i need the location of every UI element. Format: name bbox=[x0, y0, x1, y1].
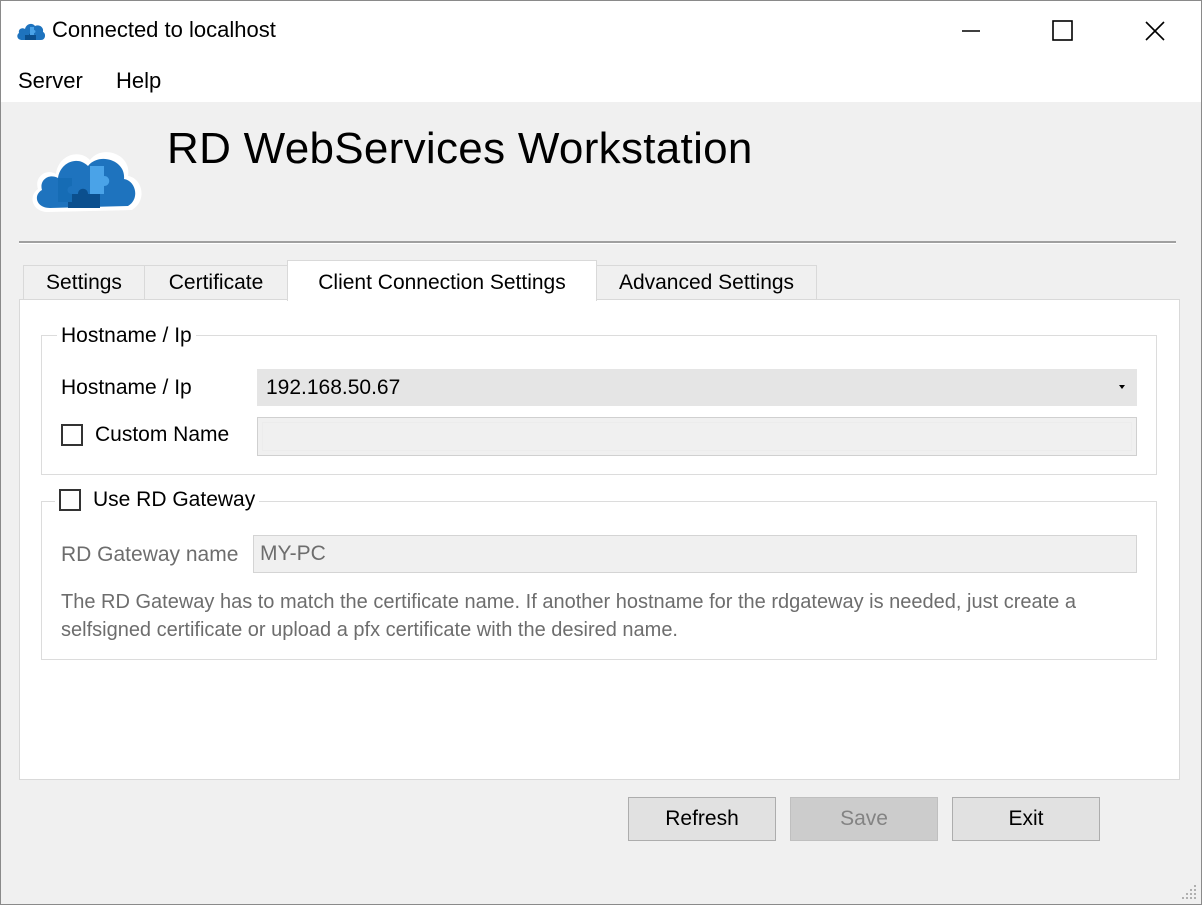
use-rd-gateway-label: Use RD Gateway bbox=[93, 488, 256, 511]
refresh-button[interactable]: Refresh bbox=[628, 797, 776, 841]
maximize-button[interactable] bbox=[1017, 2, 1109, 59]
cloud-puzzle-logo bbox=[32, 152, 142, 212]
resize-grip-icon[interactable] bbox=[1180, 883, 1198, 901]
cloud-puzzle-icon bbox=[17, 23, 46, 40]
window-title: Connected to localhost bbox=[52, 17, 276, 42]
maximize-icon bbox=[1052, 19, 1073, 41]
header-separator bbox=[19, 241, 1176, 244]
exit-button[interactable]: Exit bbox=[952, 797, 1100, 841]
tab-panel-client-connection: Hostname / Ip Hostname / Ip 192.168.50.6… bbox=[19, 299, 1180, 780]
hostname-group-legend: Hostname / Ip bbox=[57, 324, 196, 348]
hostname-value: 192.168.50.67 bbox=[266, 375, 401, 399]
custom-name-checkbox-row[interactable]: Custom Name bbox=[61, 423, 229, 447]
tab-client-connection-settings[interactable]: Client Connection Settings bbox=[287, 260, 597, 301]
close-icon bbox=[1145, 20, 1165, 41]
menu-bar: Server Help bbox=[1, 60, 1201, 102]
custom-name-field-inner bbox=[262, 422, 1132, 451]
tab-advanced-settings[interactable]: Advanced Settings bbox=[596, 265, 817, 299]
rd-gateway-note: The RD Gateway has to match the certific… bbox=[61, 591, 1076, 641]
tab-settings[interactable]: Settings bbox=[23, 265, 145, 299]
rd-gateway-name-label: RD Gateway name bbox=[61, 543, 239, 566]
title-bar: Connected to localhost bbox=[1, 1, 1201, 60]
minimize-icon bbox=[962, 29, 980, 32]
save-button: Save bbox=[790, 797, 938, 841]
tab-certificate[interactable]: Certificate bbox=[144, 265, 288, 299]
minimize-button[interactable] bbox=[925, 2, 1017, 59]
close-button[interactable] bbox=[1109, 2, 1201, 59]
app-title: RD WebServices Workstation bbox=[167, 124, 753, 173]
custom-name-label: Custom Name bbox=[95, 423, 230, 446]
menu-server[interactable]: Server bbox=[16, 68, 85, 94]
menu-help[interactable]: Help bbox=[114, 68, 163, 94]
chevron-down-icon bbox=[1119, 385, 1125, 389]
use-rd-gateway-checkbox-row[interactable]: Use RD Gateway bbox=[55, 488, 260, 512]
hostname-label: Hostname / Ip bbox=[61, 376, 192, 399]
custom-name-field bbox=[257, 417, 1137, 456]
custom-name-checkbox[interactable] bbox=[61, 424, 83, 446]
rd-gateway-name-field: MY-PC bbox=[253, 535, 1137, 573]
hostname-combobox[interactable]: 192.168.50.67 bbox=[257, 369, 1137, 406]
use-rd-gateway-checkbox[interactable] bbox=[59, 489, 81, 511]
